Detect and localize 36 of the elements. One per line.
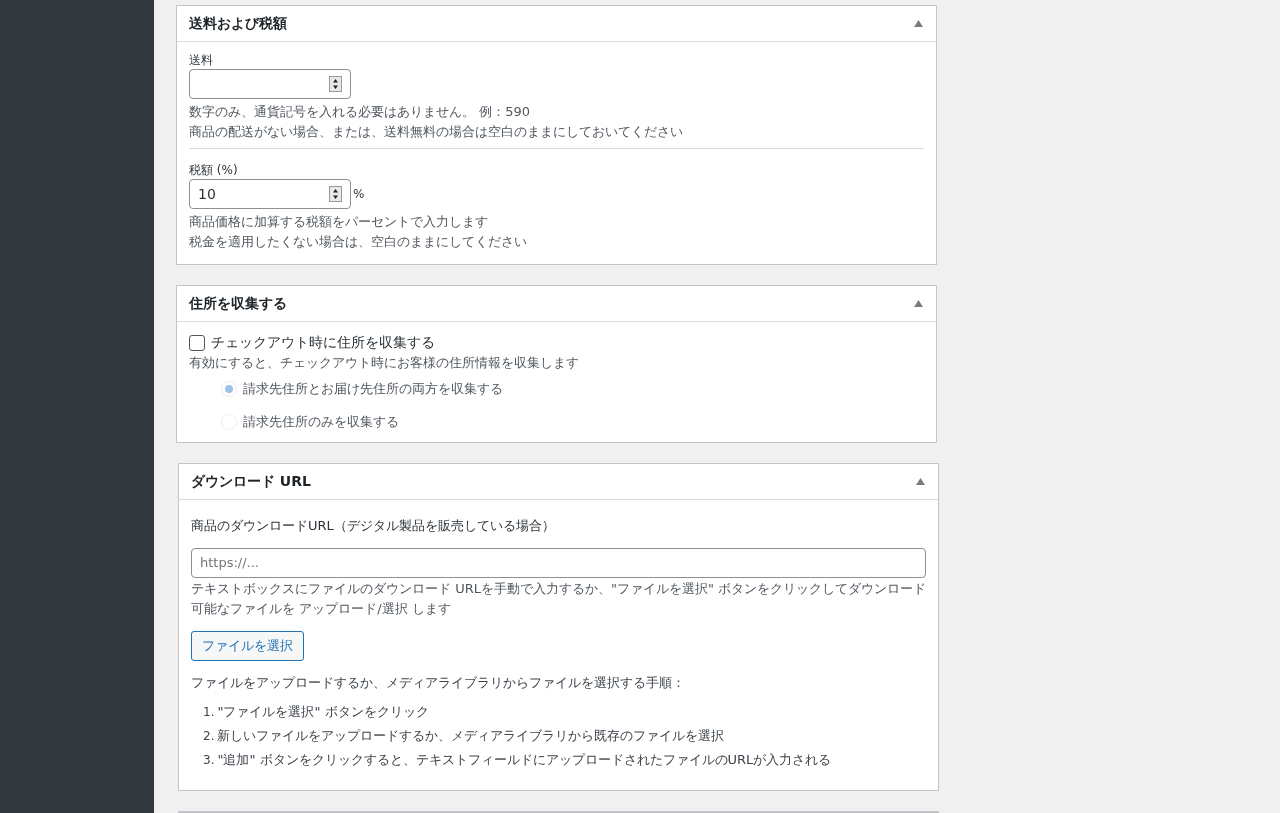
step-number: 3.: [203, 752, 215, 769]
field-label: 送料: [189, 52, 214, 69]
panel-title: 住所を収集する: [189, 294, 287, 313]
spinner-icon: [329, 186, 342, 202]
radio-label: 請求先住所とお届け先住所の両方を収集する: [243, 380, 503, 399]
panel-title: 送料および税額: [189, 14, 287, 33]
url-field[interactable]: https://...: [191, 547, 926, 578]
spinner-icon: [329, 76, 342, 92]
step-text: "追加" ボタンをクリックすると、テキストフィールドにアップロードされたファイルのURLが入力される: [217, 751, 832, 769]
step-text: "ファイルを選択" ボタンをクリック: [217, 703, 429, 721]
steps-title: ファイルをアップロードするか、メディアライブラリからファイルを選択する手順：: [191, 673, 686, 692]
checkbox[interactable]: [189, 334, 205, 351]
select-file-button[interactable]: ファイルを選択: [191, 630, 304, 661]
collapse-toggle[interactable]: [914, 475, 926, 488]
panel-title: ダウンロード URL: [191, 472, 311, 491]
step-number: 2.: [203, 728, 215, 745]
help-text: 税金を適用したくない場合は、空白のままにしてください: [189, 233, 528, 251]
field-label: 税額 (%): [189, 162, 239, 179]
step-text: 新しいファイルをアップロードするか、メディアライブラリから既存のファイルを選択: [217, 727, 725, 745]
field-label: 商品のダウンロードURL（デジタル製品を販売している場合）: [191, 517, 556, 535]
triangle-icon: [915, 478, 925, 485]
help-text: 有効にすると、チェックアウト時にお客様の住所情報を収集します: [189, 354, 580, 372]
collapse-toggle[interactable]: [912, 297, 924, 310]
triangle-icon: [913, 20, 923, 27]
help-text: 商品の配送がない場合、または、送料無料の場合は空白のままにしておいてください: [189, 123, 684, 141]
help-text: テキストボックスにファイルのダウンロード URLを手動で入力するか、"ファイルを選択" ボタンをクリックしてダウンロード可能なファイルを アップロード/選択 します: [191, 579, 926, 618]
unit-label: %: [353, 186, 365, 203]
help-text: 数字のみ、通貨記号を入れる必要はありません。 例：590: [189, 103, 531, 121]
collapse-toggle[interactable]: [912, 17, 924, 30]
step-number: 1.: [203, 704, 215, 721]
triangle-icon: [913, 300, 923, 307]
help-text: 商品価格に加算する税額をパーセントで入力します: [189, 213, 489, 231]
checkbox-label: チェックアウト時に住所を収集する: [211, 333, 435, 352]
radio-label: 請求先住所のみを収集する: [243, 413, 399, 432]
tax-field[interactable]: 10: [189, 179, 351, 209]
shipping-field[interactable]: [189, 69, 351, 99]
